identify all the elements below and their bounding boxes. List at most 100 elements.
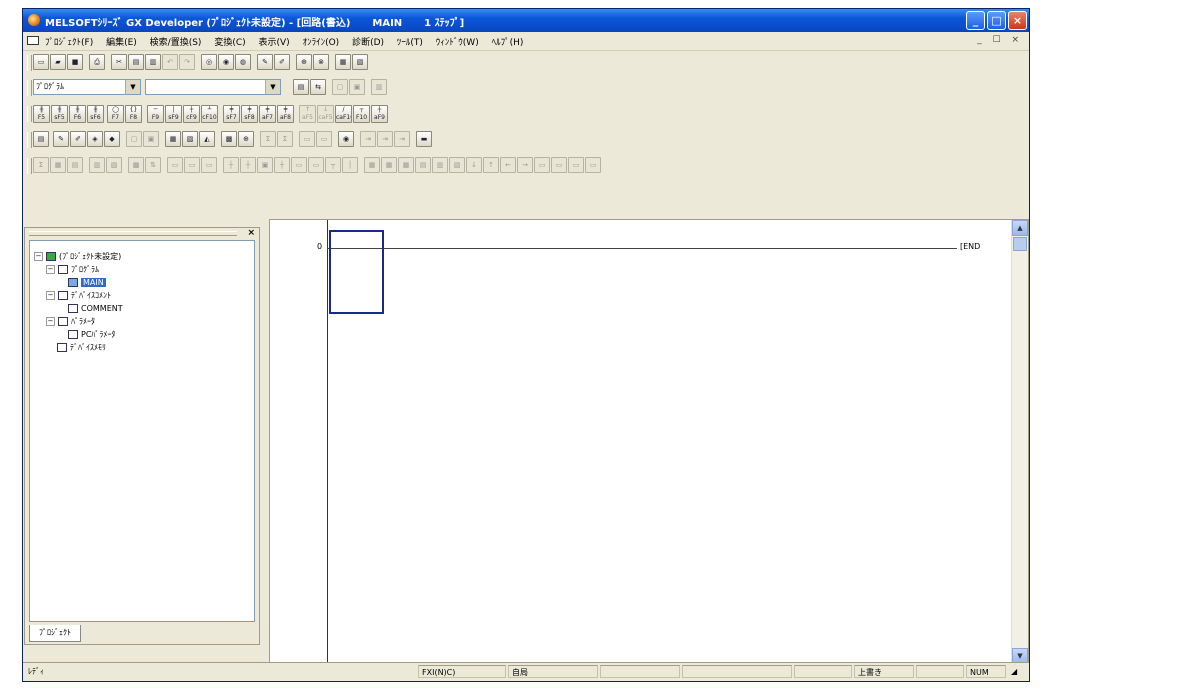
sum-icon[interactable]: Σ	[260, 131, 276, 147]
sfc-list-icon[interactable]: ▥	[89, 157, 105, 173]
sfc-branch-icon[interactable]: ┼	[223, 157, 239, 173]
sfc-parallel-icon[interactable]: ┼	[274, 157, 290, 173]
sfc-left-icon[interactable]: ←	[500, 157, 516, 173]
operation-result-fall-icon[interactable]: ↓ caF5	[317, 105, 334, 123]
coil-icon[interactable]: ◯ F7	[107, 105, 124, 123]
device-test-icon[interactable]: ◉	[338, 131, 354, 147]
program-jump-icon[interactable]: ⇆	[310, 79, 326, 95]
application-instruction-icon[interactable]: {} F8	[125, 105, 142, 123]
tree-item-comment[interactable]: COMMENT	[68, 303, 123, 315]
vertical-line-icon[interactable]: │ sF9	[165, 105, 182, 123]
maximize-button[interactable]: □	[987, 11, 1006, 30]
skip-icon[interactable]: ⇥	[360, 131, 376, 147]
sfc-view-icon[interactable]: ▦	[50, 157, 66, 173]
sfc-transition-icon[interactable]: ▭	[184, 157, 200, 173]
scroll-thumb[interactable]	[1013, 237, 1027, 251]
write-plc-icon[interactable]: ✎	[257, 54, 273, 70]
comment-edit-icon[interactable]: ✎	[53, 131, 69, 147]
collapse-icon[interactable]: −	[34, 252, 43, 261]
monitor-stop-icon[interactable]: ⊗	[313, 54, 329, 70]
sfc-block-start-icon[interactable]: ▭	[308, 157, 324, 173]
find-device-icon[interactable]: ◎	[201, 54, 217, 70]
tree-item-device-comment[interactable]: − ﾃﾞﾊﾞｲｽｺﾒﾝﾄ	[46, 290, 111, 302]
parallel-rising-icon[interactable]: ╪ aF7	[259, 105, 276, 123]
sfc-up-icon[interactable]: ↑	[483, 157, 499, 173]
find-instruction-icon[interactable]: ◉	[218, 54, 234, 70]
ladder-view-icon[interactable]: ▦	[335, 54, 351, 70]
contact-no-icon[interactable]: ╫ F5	[33, 105, 50, 123]
vertical-scrollbar[interactable]: ▲ ▼	[1011, 220, 1028, 664]
monitor-icon[interactable]: ⊕	[296, 54, 312, 70]
menu-tools[interactable]: ﾂｰﾙ(T)	[397, 38, 423, 48]
menu-online[interactable]: ｵﾝﾗｲﾝ(O)	[303, 38, 340, 48]
undo-icon[interactable]: ↶	[162, 54, 178, 70]
tree-item-program[interactable]: − ﾌﾟﾛｸﾞﾗﾑ	[46, 264, 99, 276]
step-execute-icon[interactable]: ⇥	[394, 131, 410, 147]
delete-horizontal-icon[interactable]: ┼ cF9	[183, 105, 200, 123]
parallel-falling-icon[interactable]: ╪ aF8	[277, 105, 294, 123]
end-instruction[interactable]: [END	[960, 242, 980, 251]
redo-icon[interactable]: ↷	[179, 54, 195, 70]
sfc-zoom-out-icon[interactable]: ▦	[381, 157, 397, 173]
mdi-controls[interactable]: _ ☐ ×	[977, 35, 1023, 45]
sfc-misc2-icon[interactable]: ▭	[568, 157, 584, 173]
sfc-grid-icon[interactable]: ▦	[398, 157, 414, 173]
cut-icon[interactable]: ✂	[111, 54, 127, 70]
sfc-step-symbol-icon[interactable]: ▭	[167, 157, 183, 173]
menu-project[interactable]: ﾌﾟﾛｼﾞｪｸﾄ(F)	[45, 38, 93, 48]
tree-item-parameter[interactable]: − ﾊﾟﾗﾒｰﾀ	[46, 316, 95, 328]
device-batch-icon[interactable]: ▣	[143, 131, 159, 147]
open-icon[interactable]: ▰	[50, 54, 66, 70]
close-button[interactable]: ×	[1008, 11, 1027, 30]
tree-item-project[interactable]: − (ﾌﾟﾛｼﾞｪｸﾄ未設定)	[34, 251, 121, 263]
sfc-note-icon[interactable]: ▧	[449, 157, 465, 173]
read-mode-icon[interactable]: ▦	[165, 131, 181, 147]
sum-off-icon[interactable]: Σ	[277, 131, 293, 147]
device-list-icon[interactable]: ▤	[33, 131, 49, 147]
menu-convert[interactable]: 変換(C)	[214, 38, 245, 48]
menu-diagnostics[interactable]: 診断(D)	[352, 38, 384, 48]
monitor-mode-icon[interactable]: ◭	[199, 131, 215, 147]
menu-help[interactable]: ﾍﾙﾌﾟ(H)	[492, 38, 524, 48]
collapse-icon[interactable]: −	[46, 317, 55, 326]
sfc-down-icon[interactable]: ↓	[466, 157, 482, 173]
sfc-toggle-icon[interactable]: ▭	[534, 157, 550, 173]
sfc-merge-icon[interactable]: ┼	[240, 157, 256, 173]
delete-vertical-icon[interactable]: ┴ cF10	[201, 105, 218, 123]
panel-close-button[interactable]: ×	[247, 228, 255, 238]
rising-pulse-icon[interactable]: ╪ sF7	[223, 105, 240, 123]
ladder-editor[interactable]: 0 [END ] ▲ ▼	[269, 219, 1029, 665]
tree-item-main[interactable]: MAIN	[68, 277, 106, 289]
write-mode-icon[interactable]: ▧	[182, 131, 198, 147]
sfc-monitor-icon[interactable]: ▩	[128, 157, 144, 173]
entry-data-icon[interactable]: ▭	[299, 131, 315, 147]
menu-find-replace[interactable]: 検索/置換(S)	[150, 38, 202, 48]
falling-pulse-icon[interactable]: ╪ sF8	[241, 105, 258, 123]
invert-icon[interactable]: /caF10	[335, 105, 352, 123]
note-edit-icon[interactable]: ◈	[87, 131, 103, 147]
line-input-icon[interactable]: ┬ F10	[353, 105, 370, 123]
horizontal-line-icon[interactable]: ─ F9	[147, 105, 164, 123]
sfc-detail-icon[interactable]: ▤	[415, 157, 431, 173]
find-step-icon[interactable]: ◍	[235, 54, 251, 70]
statement-view-icon[interactable]: ▣	[349, 79, 365, 95]
contact-parallel-nc-icon[interactable]: ╫ sF6	[87, 105, 104, 123]
menu-window[interactable]: ｳｨﾝﾄﾞｳ(W)	[436, 38, 479, 48]
menu-view[interactable]: 表示(V)	[259, 38, 290, 48]
sfc-selection-icon[interactable]: ▣	[257, 157, 273, 173]
sfc-jump-icon[interactable]: ▭	[201, 157, 217, 173]
sfc-misc-icon[interactable]: ▭	[551, 157, 567, 173]
resize-grip-icon[interactable]: ◢	[1008, 665, 1028, 678]
ladder-cursor[interactable]	[329, 230, 384, 314]
line-delete-icon[interactable]: ┼ aF9	[371, 105, 388, 123]
operation-result-rise-icon[interactable]: ↑ aF5	[299, 105, 316, 123]
print-icon[interactable]: ⎙	[89, 54, 105, 70]
sfc-vertical-icon[interactable]: │	[342, 157, 358, 173]
sfc-sync-icon[interactable]: ⇅	[145, 157, 161, 173]
entry-ladder-icon[interactable]: ▭	[316, 131, 332, 147]
list-view-icon[interactable]: ▧	[352, 54, 368, 70]
document-icon[interactable]	[27, 36, 39, 45]
copy-icon[interactable]: ▤	[128, 54, 144, 70]
sfc-comment-icon[interactable]: ▥	[432, 157, 448, 173]
contact-nc-icon[interactable]: ╫ F6	[69, 105, 86, 123]
